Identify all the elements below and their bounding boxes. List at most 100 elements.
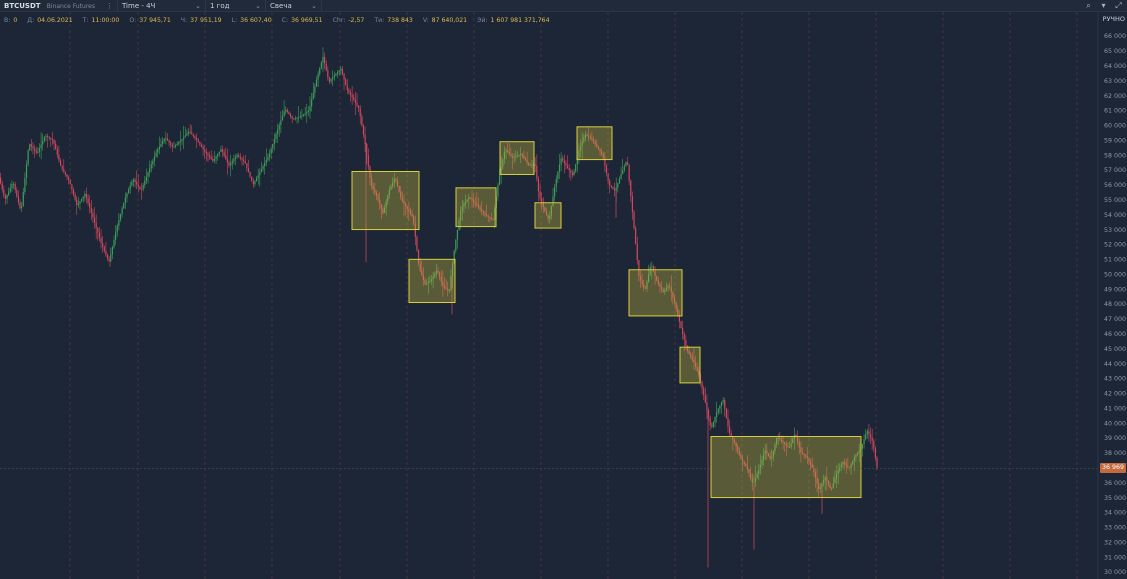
candle-down — [102, 243, 104, 248]
candle-down — [680, 321, 682, 328]
candlestick-chart[interactable]: 30 000 31 000 32 000 33 000 34 000 35 000 36 0… — [0, 0, 1127, 579]
period-dropdown[interactable]: 1 год ⌄ — [206, 0, 266, 11]
candle-up — [861, 444, 864, 449]
more-vertical-icon[interactable]: ⋮ — [106, 2, 113, 10]
candle-down — [607, 173, 609, 181]
candle-up — [22, 191, 24, 206]
candle-up — [81, 198, 83, 202]
candle-up — [42, 140, 44, 145]
candle-down — [238, 155, 240, 157]
candle-up — [623, 166, 625, 171]
candle-up — [719, 405, 721, 409]
candle-down — [221, 149, 224, 153]
chevron-down-icon: ⌄ — [255, 1, 261, 10]
candle-up — [277, 129, 279, 135]
candle-up — [268, 153, 271, 158]
candle-up — [118, 219, 120, 226]
period-label: 1 год — [210, 1, 230, 10]
candle-down — [69, 179, 71, 185]
ohlc-value: 36 607,40 — [240, 17, 272, 24]
candle-down — [324, 56, 326, 64]
candle-up — [317, 73, 319, 80]
candle-down — [328, 77, 331, 82]
candle-up — [183, 137, 185, 140]
candle-up — [9, 187, 11, 192]
candle-up — [863, 439, 865, 445]
candle-down — [327, 70, 329, 78]
candle-up — [311, 99, 313, 107]
candle-up — [126, 193, 128, 198]
candle-down — [243, 159, 245, 162]
symbol-selector[interactable]: BTCUSDT Binance Futures ⋮ — [0, 0, 118, 11]
candle-down — [325, 63, 327, 71]
ohlc-label: V: — [422, 17, 429, 24]
ohlc-item: Д: 04.06.2021 — [27, 17, 72, 27]
candle-down — [14, 184, 16, 191]
candle-up — [257, 175, 259, 179]
candle-down — [252, 181, 254, 185]
search-icon[interactable]: ⌕ — [1084, 1, 1093, 10]
range-box — [499, 141, 535, 175]
expand-icon[interactable]: ⤢ — [1114, 1, 1123, 10]
candle-up — [294, 118, 297, 120]
price-tick-label: 32 000 — [1104, 539, 1126, 546]
candle-down — [74, 194, 76, 200]
candle-up — [259, 172, 261, 176]
candle-down — [92, 212, 94, 218]
scale-mode-label[interactable]: РУЧНО — [1103, 15, 1125, 23]
price-tick-label: 62 000 — [1104, 93, 1126, 100]
candle-down — [868, 431, 870, 435]
price-tick-label: 55 000 — [1104, 197, 1126, 204]
candle-down — [635, 227, 637, 245]
candle-up — [234, 157, 237, 160]
candle-down — [631, 196, 633, 213]
candle-up — [254, 181, 256, 185]
candle-down — [571, 172, 574, 176]
timeframe-dropdown[interactable]: Time - 4Ч ⌄ — [118, 0, 206, 11]
candle-down — [56, 149, 58, 155]
chart-background — [0, 0, 1127, 579]
candle-up — [24, 178, 26, 192]
candle-up — [622, 170, 624, 175]
candle-up — [25, 164, 28, 179]
price-tick-label: 60 000 — [1104, 123, 1126, 130]
candle-up — [21, 205, 23, 209]
chart-type-dropdown[interactable]: Свеча ⌄ — [266, 0, 322, 11]
candle-down — [199, 142, 201, 145]
candle-down — [876, 457, 878, 468]
candle-down — [703, 388, 705, 396]
price-tick-label: 30 000 — [1104, 569, 1126, 576]
candle-up — [720, 402, 723, 406]
candle-up — [314, 86, 316, 93]
candle-up — [111, 247, 113, 255]
candle-down — [241, 158, 243, 160]
ohlc-value: 04.06.2021 — [37, 17, 73, 24]
pin-icon[interactable]: ▾ — [1099, 1, 1108, 10]
candle-up — [27, 150, 29, 165]
candle-up — [158, 146, 160, 150]
candle-down — [93, 217, 96, 223]
candle-down — [139, 186, 141, 190]
price-tick-label: 51 000 — [1104, 257, 1126, 264]
candle-up — [283, 111, 285, 116]
candle-up — [558, 164, 561, 172]
ohlc-item: B: 0 — [4, 17, 17, 27]
candle-down — [137, 184, 139, 187]
candle-up — [173, 146, 175, 148]
candle-down — [239, 156, 241, 159]
candle-up — [149, 168, 151, 173]
candle-down — [711, 425, 713, 427]
ohlc-label: Д: — [27, 17, 35, 24]
candle-down — [134, 179, 136, 183]
candle-down — [58, 154, 60, 161]
candle-up — [217, 154, 219, 157]
candle-down — [108, 258, 110, 262]
candle-down — [17, 196, 20, 203]
candle-up — [142, 185, 144, 190]
candle-down — [289, 114, 292, 117]
candle-down — [30, 144, 32, 147]
candle-up — [236, 155, 238, 158]
candle-down — [730, 433, 732, 437]
candle-down — [727, 417, 729, 427]
candle-down — [356, 102, 358, 106]
